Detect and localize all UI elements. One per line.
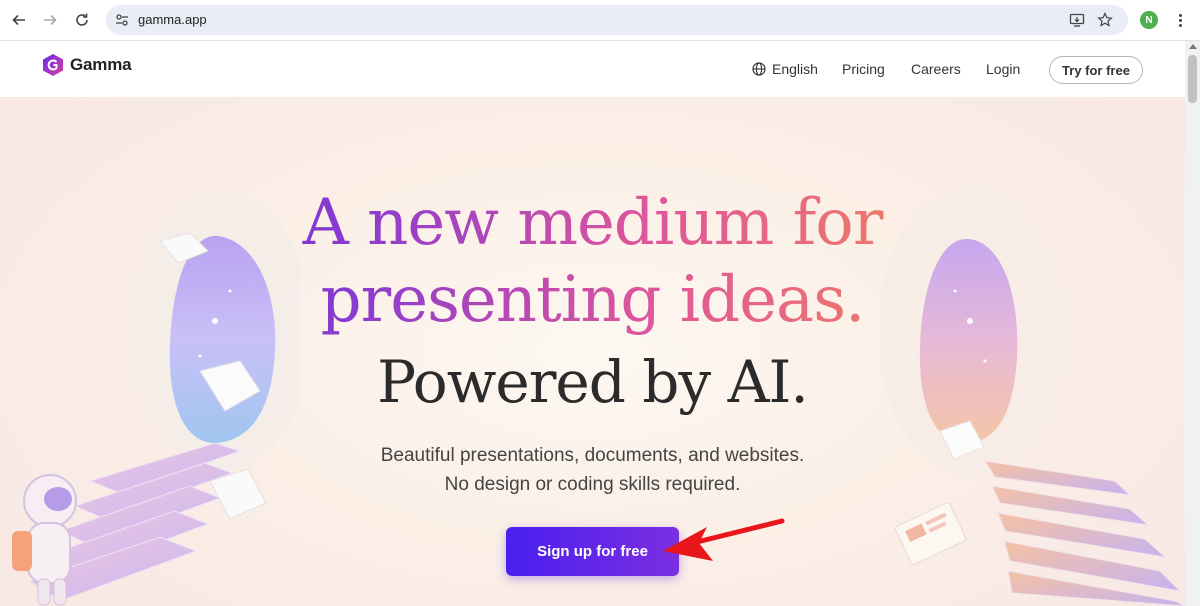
- url-text: gamma.app: [138, 12, 207, 27]
- page-viewport: Gamma English Pricing Careers Login Try …: [0, 41, 1185, 606]
- gamma-logo-icon: [43, 54, 63, 76]
- scrollbar-thumb[interactable]: [1188, 55, 1197, 103]
- reload-icon[interactable]: [70, 8, 94, 32]
- nav-pricing[interactable]: Pricing: [842, 55, 885, 83]
- language-label: English: [772, 61, 818, 77]
- vertical-scrollbar[interactable]: [1185, 41, 1200, 606]
- site-settings-icon[interactable]: [114, 12, 130, 28]
- site-header: Gamma English Pricing Careers Login Try …: [0, 41, 1185, 97]
- back-arrow-icon[interactable]: [7, 8, 31, 32]
- hero-subtitle-line2: No design or coding skills required.: [444, 474, 741, 495]
- forward-arrow-icon[interactable]: [38, 8, 62, 32]
- nav-careers[interactable]: Careers: [911, 55, 961, 83]
- try-for-free-button[interactable]: Try for free: [1049, 56, 1143, 84]
- browser-toolbar: gamma.app N: [0, 0, 1200, 41]
- address-bar[interactable]: gamma.app: [106, 5, 1128, 35]
- hero-subtitle-line1: Beautiful presentations, documents, and …: [380, 445, 805, 466]
- more-menu-icon[interactable]: [1172, 10, 1188, 30]
- scroll-up-arrow-icon[interactable]: [1189, 44, 1197, 49]
- install-app-icon[interactable]: [1068, 11, 1086, 29]
- annotation-arrow-icon: [663, 518, 785, 561]
- profile-avatar[interactable]: N: [1140, 11, 1158, 29]
- hero-headline-line2: presenting ideas.: [0, 263, 1185, 337]
- hero-headline-line1: A new medium for: [0, 186, 1185, 260]
- logo-text: Gamma: [70, 55, 132, 74]
- sign-up-button[interactable]: Sign up for free: [506, 527, 679, 576]
- globe-icon: [752, 62, 766, 76]
- nav-login[interactable]: Login: [986, 55, 1020, 83]
- bookmark-star-icon[interactable]: [1096, 11, 1114, 29]
- hero-headline-line3: Powered by AI.: [377, 348, 809, 416]
- gamma-logo[interactable]: Gamma: [42, 53, 132, 77]
- language-selector[interactable]: English: [752, 55, 818, 83]
